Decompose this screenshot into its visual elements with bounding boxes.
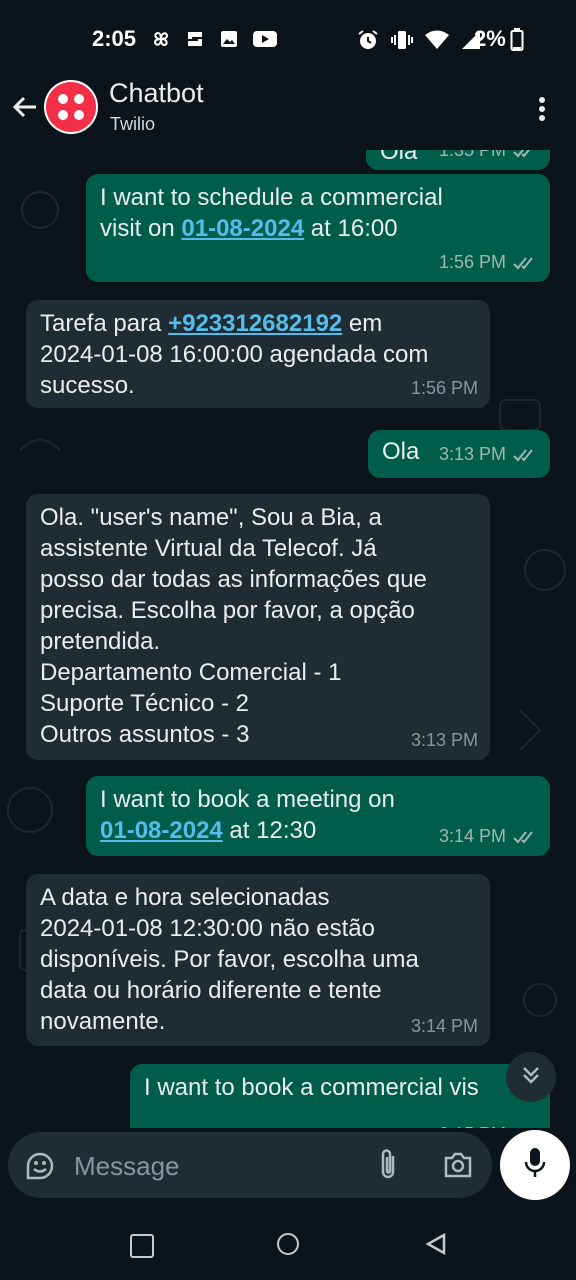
message-meta: 3:13 PM	[439, 439, 538, 470]
phone-link[interactable]: +923312682192	[168, 310, 342, 337]
system-navigation-bar	[0, 1208, 576, 1280]
message-composer	[8, 1132, 492, 1198]
back-triangle-icon[interactable]	[424, 1232, 448, 1261]
message-bubble-outgoing[interactable]: Ola 3:13 PM	[368, 430, 550, 478]
twilio-logo-icon	[46, 82, 96, 132]
message-time: 3:14 PM	[438, 826, 506, 846]
message-bubble-incoming[interactable]: A data e hora selecionadas 2024-01-08 12…	[26, 874, 490, 1046]
double-check-icon	[512, 829, 538, 845]
message-meta: 3:13 PM	[411, 725, 478, 756]
double-check-icon	[512, 447, 538, 463]
scroll-to-bottom-button[interactable]	[506, 1052, 556, 1102]
message-text-line: disponíveis. Por favor, escolha uma	[40, 946, 419, 973]
message-text-line: Ola. "user's name", Sou a Bia, a	[40, 504, 382, 531]
message-text-line: pretendida.	[40, 628, 161, 655]
message-text-line: visit on 01-08-2024 at 16:00	[100, 215, 398, 242]
avatar[interactable]	[44, 80, 98, 134]
voice-record-button[interactable]	[500, 1130, 570, 1200]
double-chevron-down-icon	[519, 1063, 543, 1092]
message-text-line: 2024-01-08 12:30:00 não estão	[40, 915, 375, 942]
message-input[interactable]	[72, 1146, 366, 1186]
message-meta: 1:56 PM	[439, 247, 538, 278]
message-meta: 1:56 PM	[411, 373, 478, 404]
message-time: 1:35 PM	[438, 150, 506, 160]
paperclip-icon[interactable]	[376, 1148, 400, 1187]
message-time: 3:14 PM	[410, 1016, 478, 1036]
status-left-icons	[150, 28, 278, 50]
status-bar: 2:05 2%	[0, 0, 576, 78]
alarm-icon	[356, 28, 380, 52]
status-time: 2:05	[92, 26, 137, 51]
message-text-line: A data e hora selecionadas	[40, 884, 330, 911]
date-link[interactable]: 01-08-2024	[100, 817, 223, 844]
date-link[interactable]: 01-08-2024	[181, 215, 304, 242]
double-check-icon	[512, 1127, 538, 1129]
message-bubble-incoming[interactable]: Ola. "user's name", Sou a Bia, a assiste…	[26, 494, 490, 760]
message-meta: 3:15 PM	[439, 1119, 538, 1128]
message-time: 3:15 PM	[439, 1119, 506, 1128]
message-text-line: I want to schedule a commercial	[100, 184, 443, 211]
home-button[interactable]	[277, 1233, 299, 1255]
message-text-line: Departamento Comercial - 1	[40, 659, 342, 686]
camera-icon[interactable]	[442, 1150, 474, 1185]
message-bubble-incoming[interactable]: Tarefa para +923312682192 em 2024-01-08 …	[26, 300, 490, 408]
message-bubble-outgoing[interactable]: I want to book a commercial vis 3:15 PM	[130, 1064, 550, 1128]
message-text-line: precisa. Escolha por favor, a opção	[40, 597, 415, 624]
message-text-line: I want to book a meeting on	[100, 786, 395, 813]
message-text-line: posso dar todas as informações que	[40, 566, 427, 593]
message-text-line: 2024-01-08 16:00:00 agendada com	[40, 341, 429, 368]
message-text-line: I want to book a commercial vis	[144, 1074, 479, 1101]
message-bubble-outgoing[interactable]: Ola 1:35 PM	[366, 150, 550, 170]
message-text-line: assistente Virtual da Telecof. Já	[40, 535, 377, 562]
youtube-icon	[252, 28, 278, 50]
message-text-line: Tarefa para +923312682192 em	[40, 310, 383, 337]
more-options-icon[interactable]	[530, 94, 554, 124]
microphone-icon	[522, 1146, 548, 1185]
chat-subtitle[interactable]: Twilio	[110, 114, 155, 135]
double-check-icon	[512, 150, 538, 159]
message-time: 3:13 PM	[410, 730, 478, 750]
battery-percent: 2%	[474, 26, 506, 51]
sim-icon	[184, 28, 206, 50]
message-bubble-outgoing[interactable]: I want to book a meeting on 01-08-2024 a…	[86, 776, 550, 856]
vibrate-icon	[390, 28, 414, 52]
message-text: Ola	[382, 438, 420, 465]
message-time: 3:13 PM	[438, 444, 506, 464]
status-right-icons	[356, 28, 482, 52]
chat-title[interactable]: Chatbot	[109, 78, 204, 109]
message-meta: 3:14 PM	[411, 1011, 478, 1042]
message-meta: 3:14 PM	[439, 821, 538, 852]
wifi-icon	[424, 29, 450, 51]
message-time: 1:56 PM	[438, 252, 506, 272]
message-time: 1:56 PM	[410, 378, 478, 398]
message-text-line: Suporte Técnico - 2	[40, 690, 250, 717]
battery-icon	[510, 28, 524, 52]
chat-header: Chatbot Twilio	[0, 78, 576, 150]
recent-apps-button[interactable]	[130, 1234, 154, 1258]
message-text: Ola	[380, 150, 418, 165]
chat-area[interactable]: Ola 1:35 PM I want to schedule a commerc…	[0, 150, 576, 1128]
image-icon	[218, 28, 240, 50]
sticker-emoji-icon[interactable]	[24, 1150, 56, 1187]
message-text-line: data ou horário diferente e tente	[40, 977, 382, 1004]
message-bubble-outgoing[interactable]: I want to schedule a commercial visit on…	[86, 174, 550, 282]
back-arrow-icon[interactable]	[10, 92, 42, 124]
message-meta: 1:35 PM	[439, 150, 538, 166]
double-check-icon	[512, 255, 538, 271]
pinwheel-icon	[150, 28, 172, 50]
